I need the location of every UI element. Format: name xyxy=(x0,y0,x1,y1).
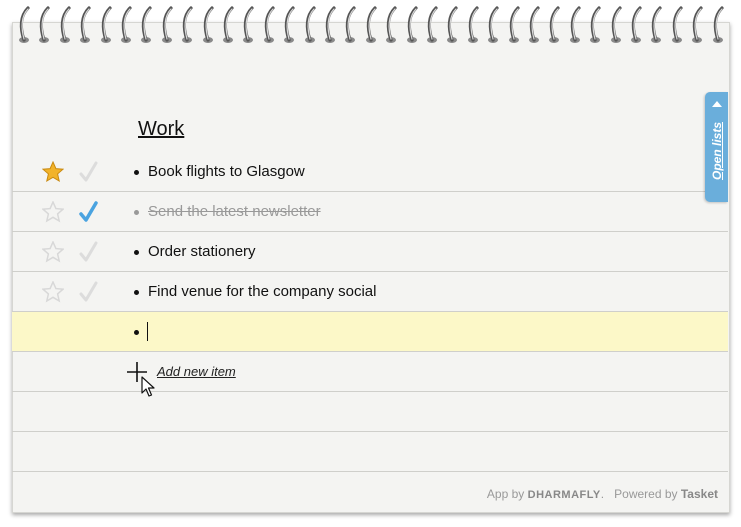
spiral-binding xyxy=(0,0,741,46)
item-text[interactable]: Order stationery xyxy=(148,243,256,260)
bullet xyxy=(134,170,139,175)
text-caret xyxy=(147,322,148,341)
bullet xyxy=(134,250,139,255)
spiral-ring xyxy=(488,6,499,43)
footer-powered-by: Powered by xyxy=(614,487,678,501)
footer: App by DHARMAFLY. Powered by Tasket xyxy=(487,487,718,501)
empty-row xyxy=(12,432,728,472)
check-icon[interactable] xyxy=(77,240,99,264)
empty-row xyxy=(12,392,728,432)
footer-brand-tasket[interactable]: Tasket xyxy=(681,487,718,501)
list-item: Book flights to Glasgow xyxy=(12,152,728,192)
spiral-ring xyxy=(549,6,560,43)
spiral-ring xyxy=(590,6,601,43)
spiral-ring xyxy=(304,6,316,43)
spiral-ring xyxy=(631,6,642,43)
spiral-ring xyxy=(263,6,275,43)
check-icon[interactable] xyxy=(77,280,99,304)
spiral-ring xyxy=(651,6,662,43)
spiral-ring xyxy=(569,6,581,43)
arrow-up-icon xyxy=(712,101,722,107)
spiral-ring xyxy=(325,6,336,43)
spiral-ring xyxy=(386,6,397,43)
item-text[interactable]: Book flights to Glasgow xyxy=(148,163,305,180)
add-new-item-link[interactable]: Add new item xyxy=(157,364,236,379)
check-icon[interactable] xyxy=(77,200,99,224)
spiral-ring xyxy=(427,6,438,43)
spiral-ring xyxy=(182,6,193,43)
bullet xyxy=(134,210,139,215)
spiral-ring xyxy=(202,6,214,43)
list-item: Find venue for the company social xyxy=(12,272,728,312)
spiral-ring xyxy=(692,6,703,43)
spiral-ring xyxy=(59,6,71,43)
spiral-ring xyxy=(161,6,173,43)
check-icon[interactable] xyxy=(77,160,99,184)
list-item: Order stationery xyxy=(12,232,728,272)
spiral-ring xyxy=(467,6,479,43)
item-text[interactable]: Send the latest newsletter xyxy=(148,203,321,220)
footer-period: . xyxy=(600,487,605,501)
bullet xyxy=(134,330,139,335)
spiral-ring xyxy=(610,6,622,43)
spiral-ring xyxy=(365,6,377,43)
spiral-ring xyxy=(529,6,540,43)
star-icon[interactable] xyxy=(42,281,64,303)
mouse-cursor-icon xyxy=(141,376,155,397)
list-item: Send the latest newsletter xyxy=(12,192,728,232)
spiral-ring xyxy=(284,6,295,43)
spiral-ring xyxy=(121,6,132,43)
spiral-ring xyxy=(712,6,724,43)
spiral-ring xyxy=(671,6,683,43)
spiral-ring xyxy=(508,6,520,43)
spiral-ring xyxy=(39,6,50,43)
spiral-ring xyxy=(80,6,91,43)
spiral-ring xyxy=(406,6,418,43)
open-lists-tab[interactable]: Open lists xyxy=(705,92,728,202)
list-title: Work xyxy=(138,118,185,140)
star-icon[interactable] xyxy=(42,161,64,183)
star-icon[interactable] xyxy=(42,241,64,263)
spiral-ring xyxy=(243,6,254,43)
spiral-ring xyxy=(447,6,458,43)
spiral-ring xyxy=(100,6,112,43)
new-item-row[interactable] xyxy=(12,312,728,352)
item-text[interactable]: Find venue for the company social xyxy=(148,283,376,300)
star-icon[interactable] xyxy=(42,201,64,223)
add-item-row: Add new item xyxy=(12,352,728,392)
footer-app-by: App by xyxy=(486,487,525,501)
open-lists-label[interactable]: Open lists xyxy=(710,109,724,193)
spiral-ring xyxy=(141,6,152,43)
spiral-ring xyxy=(223,6,234,43)
spiral-ring xyxy=(19,6,30,43)
footer-brand-dharmafly[interactable]: DHARMAFLY xyxy=(528,489,601,501)
spiral-ring xyxy=(345,6,356,43)
bullet xyxy=(134,290,139,295)
